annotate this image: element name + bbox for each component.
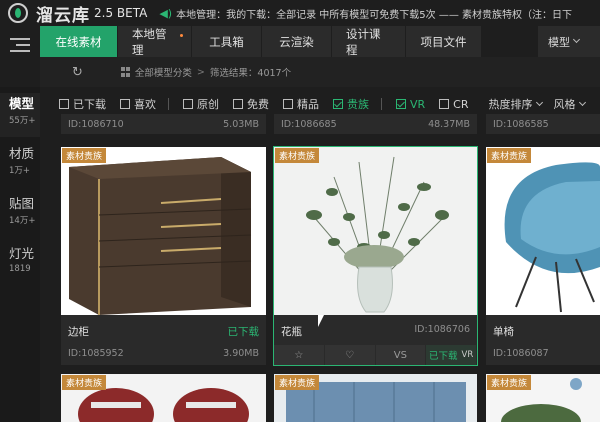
noble-tag: 素材贵族 <box>487 375 532 390</box>
filter-bar: 已下载 喜欢 原创 免费 精品 贵族 VR CR 热度排序 风格 <box>40 94 600 114</box>
tab-project-files[interactable]: 项目文件 <box>406 26 482 57</box>
model-name: 花瓶 <box>281 326 302 338</box>
noble-tag: 素材贵族 <box>275 148 320 163</box>
refresh-icon[interactable]: ↻ <box>72 65 83 80</box>
sidebar-item-models[interactable]: 模型 55万+ <box>0 93 40 137</box>
sidebar-item-materials[interactable]: 材质 1万+ <box>0 143 40 187</box>
model-card[interactable]: 素材贵族 <box>486 374 600 422</box>
tab-local-manage[interactable]: 本地管理 <box>118 26 192 57</box>
notice-text: 本地管理：我的下载：全部记录 中所有模型可免费下载5次 —— 素材贵族特权（注：… <box>176 9 572 21</box>
app-logo-icon <box>8 3 28 23</box>
app-version: 2.5 BETA <box>94 6 148 20</box>
model-thumbnail[interactable] <box>61 147 266 315</box>
model-name: 边柜 <box>68 326 89 338</box>
filter-free[interactable]: 免费 <box>233 96 269 112</box>
noble-tag: 素材贵族 <box>275 375 320 390</box>
model-type-select[interactable]: 模型 <box>538 26 600 57</box>
download-status: 已下载 <box>227 326 260 338</box>
model-name: 单椅 <box>493 326 514 338</box>
tab-design-courses[interactable]: 设计课程 <box>332 26 406 57</box>
breadcrumb: ↻ 全部模型分类 > 筛选结果： 4017个 <box>40 57 600 87</box>
model-card[interactable]: 素材贵族 单椅 ID:1086087 <box>486 147 600 365</box>
app-name: 溜云库 <box>36 5 90 26</box>
filter-cr[interactable]: CR <box>439 98 469 111</box>
sidebar: 模型 55万+ 材质 1万+ 贴图 14万+ 灯光 1819 <box>0 87 40 422</box>
breadcrumb-category[interactable]: 全部模型分类 <box>135 65 192 79</box>
sidebar-item-lights[interactable]: 灯光 1819 <box>0 243 40 287</box>
model-card[interactable]: 素材贵族 <box>274 374 477 422</box>
model-id: ID:1085952 <box>68 348 124 359</box>
compare-button[interactable]: VS <box>376 345 427 365</box>
menu-icon[interactable] <box>10 38 30 52</box>
downloaded-vr-button[interactable]: 已下载 VR <box>426 345 477 365</box>
model-thumbnail[interactable] <box>274 147 477 315</box>
chevron-down-icon <box>578 98 586 106</box>
card-info-row: ID:1086585 <box>486 114 600 134</box>
tab-toolbox[interactable]: 工具箱 <box>192 26 262 57</box>
model-size: 3.90MB <box>223 348 259 359</box>
notification-dot <box>180 34 183 37</box>
filter-vr[interactable]: VR <box>396 98 425 111</box>
tab-cloud-render[interactable]: 云渲染 <box>262 26 332 57</box>
card-info-row: ID:1086685 48.37MB <box>274 114 477 134</box>
main-tabs: 在线素材 本地管理 工具箱 云渲染 设计课程 项目文件 <box>40 26 482 57</box>
notice-banner[interactable]: ◀) 本地管理：我的下载：全部记录 中所有模型可免费下载5次 —— 素材贵族特权… <box>159 6 572 21</box>
card-actions: ☆ ♡ VS 已下载 VR <box>274 345 477 365</box>
sort-select[interactable]: 热度排序 <box>489 96 543 112</box>
star-icon[interactable]: ☆ <box>274 345 325 365</box>
noble-tag: 素材贵族 <box>487 148 532 163</box>
noble-tag: 素材贵族 <box>62 148 107 163</box>
mouse-cursor <box>318 315 324 327</box>
filter-liked[interactable]: 喜欢 <box>120 96 156 112</box>
model-id: ID:1086706 <box>414 324 470 335</box>
noble-tag: 素材贵族 <box>62 375 107 390</box>
title-bar: 溜云库 2.5 BETA ◀) 本地管理：我的下载：全部记录 中所有模型可免费下… <box>0 0 600 26</box>
heart-icon[interactable]: ♡ <box>325 345 376 365</box>
model-id: ID:1086087 <box>493 348 549 359</box>
tab-online-assets[interactable]: 在线素材 <box>40 26 118 57</box>
chevron-down-icon <box>572 35 581 44</box>
model-thumbnail[interactable] <box>486 147 600 315</box>
model-card[interactable]: 素材贵族 花瓶 ID:1086706 ☆ ♡ VS 已下载 VR <box>273 146 478 366</box>
chevron-down-icon <box>535 98 543 106</box>
filter-noble[interactable]: 贵族 <box>333 96 369 112</box>
sidebar-item-textures[interactable]: 贴图 14万+ <box>0 193 40 237</box>
filter-downloaded[interactable]: 已下载 <box>59 96 106 112</box>
style-select[interactable]: 风格 <box>554 96 586 112</box>
card-info-row: ID:1086710 5.03MB <box>61 114 266 134</box>
filter-original[interactable]: 原创 <box>183 96 219 112</box>
speaker-icon: ◀) <box>159 6 173 20</box>
result-count: 4017个 <box>257 68 292 79</box>
model-card[interactable]: 素材贵族 边柜 已下载 ID:1085952 3.90MB <box>61 147 266 365</box>
model-card[interactable]: 素材贵族 <box>61 374 266 422</box>
filter-premium[interactable]: 精品 <box>283 96 319 112</box>
category-grid-icon <box>120 67 131 77</box>
result-label: 筛选结果： <box>209 68 258 79</box>
